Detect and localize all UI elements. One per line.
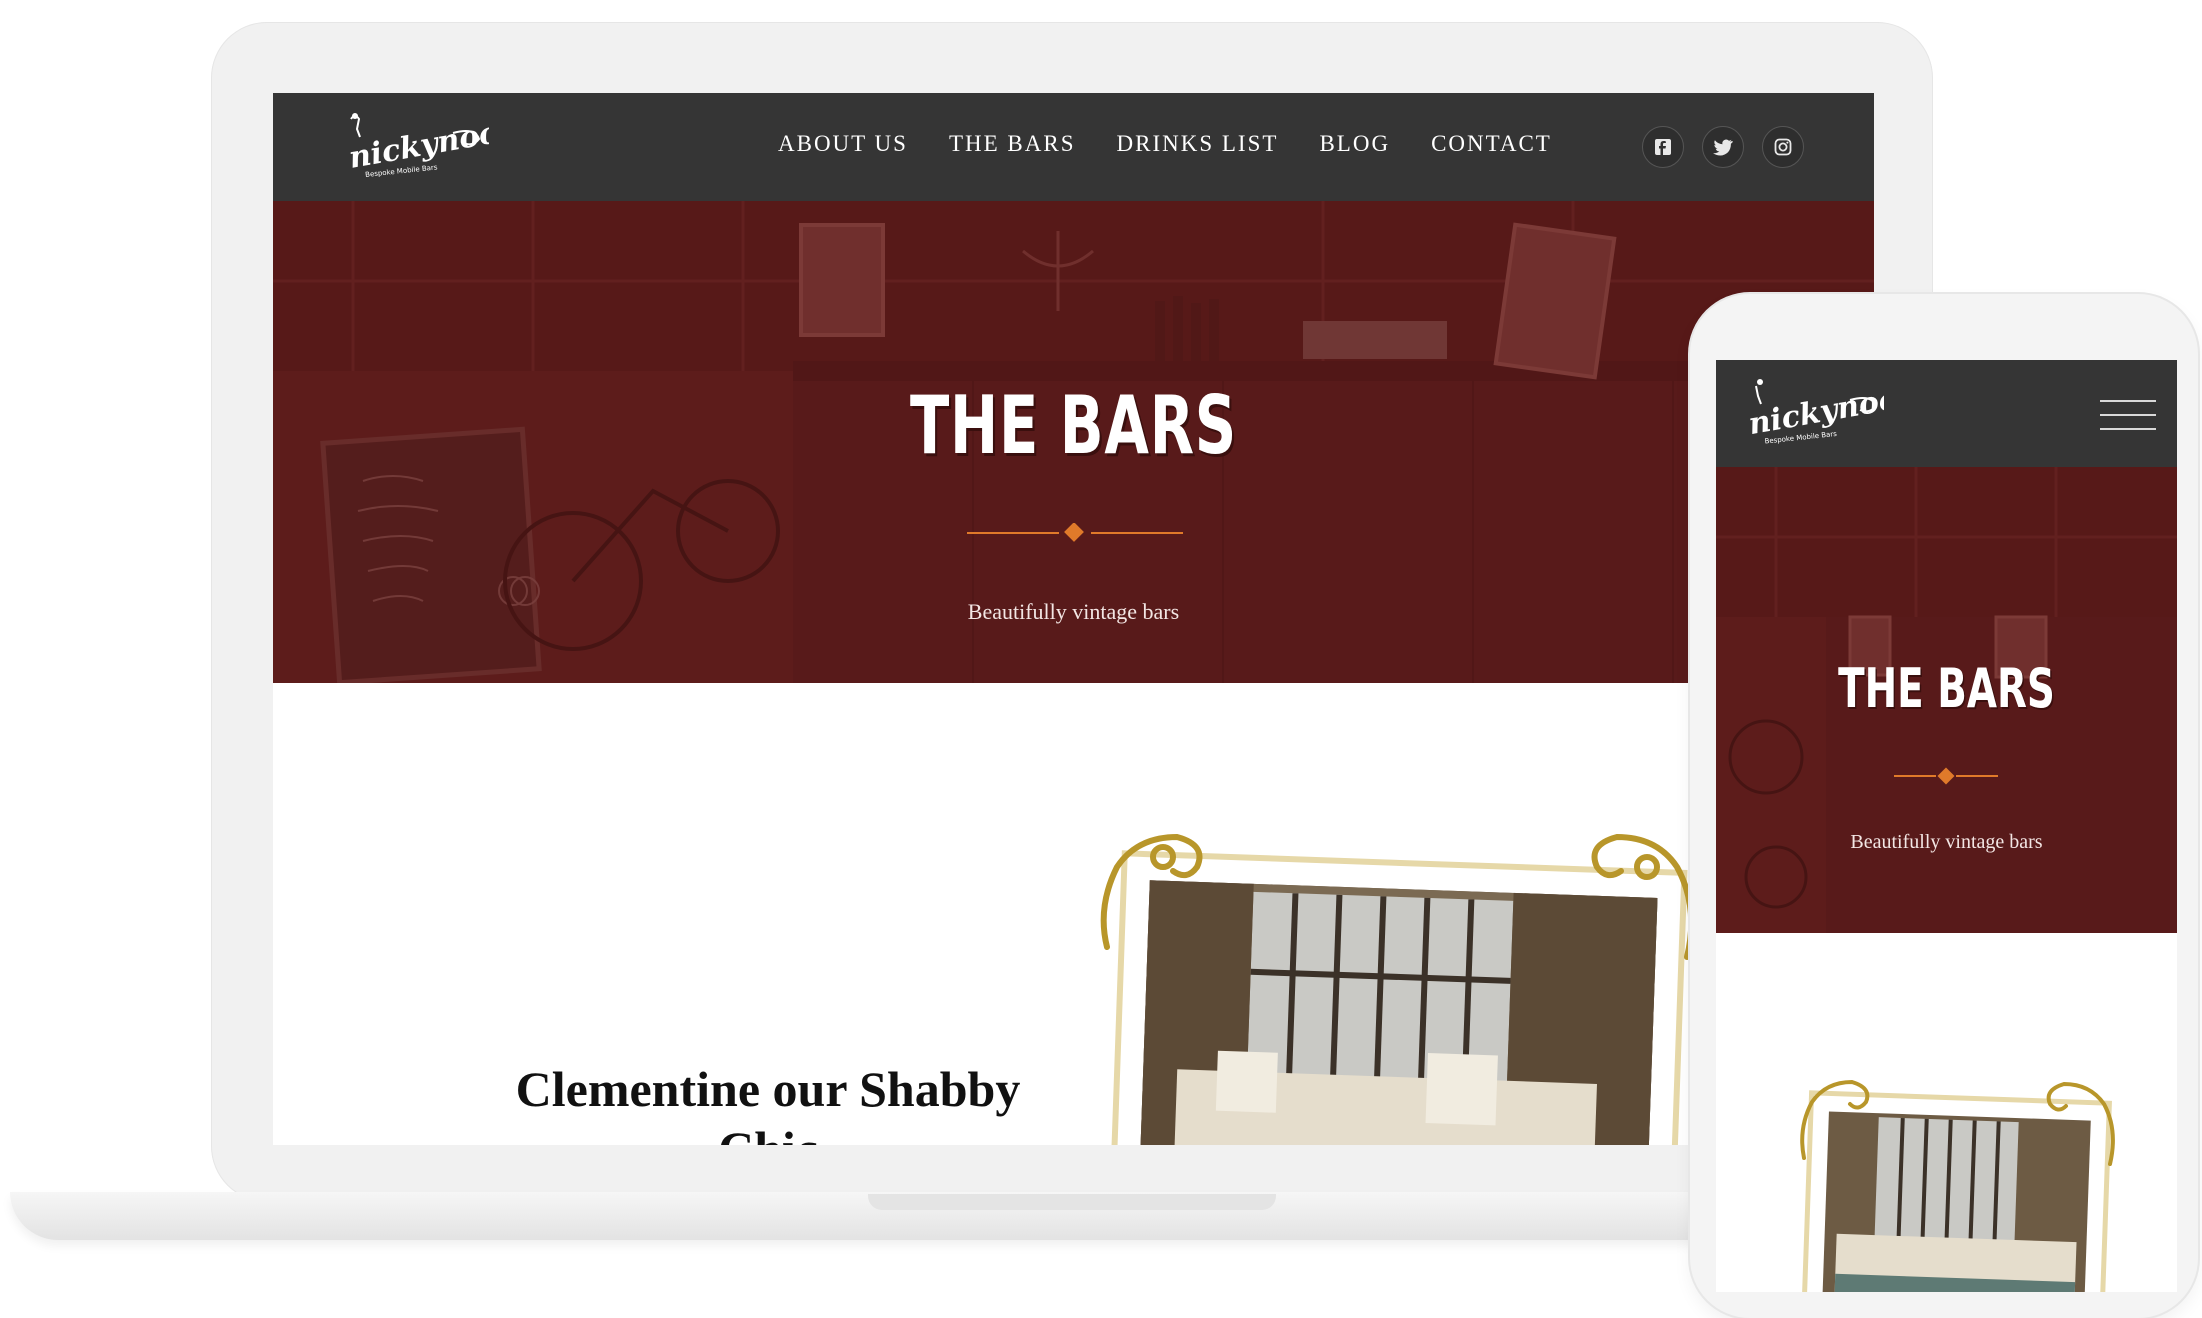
bar-photo-frame — [1100, 833, 1695, 1145]
mobile-hero-divider-ornament — [1894, 767, 1998, 785]
nav-blog[interactable]: BLOG — [1319, 131, 1390, 157]
mobile-bar-photo-frame — [1800, 1079, 2115, 1292]
mobile-hero-subtitle: Beautifully vintage bars — [1850, 831, 2043, 853]
nav-drinks-list[interactable]: DRINKS LIST — [1117, 131, 1279, 157]
mobile-navbar: nickynoo Bespoke Mobile Bars — [1716, 360, 2177, 467]
desktop-navbar: nickynoo Bespoke Mobile Bars ABOUT US TH… — [273, 93, 1874, 201]
mobile-hero-banner: THE BARS Beautifully vintage bars — [1716, 467, 2177, 933]
desktop-menu: ABOUT US THE BARS DRINKS LIST BLOG CONTA… — [778, 131, 1552, 157]
hero-subtitle: Beautifully vintage bars — [967, 599, 1180, 624]
nav-the-bars[interactable]: THE BARS — [949, 131, 1076, 157]
social-links — [1642, 126, 1804, 168]
bar-heading: Clementine our Shabby Chic — [515, 1061, 1021, 1145]
desktop-screen: nickynoo Bespoke Mobile Bars ABOUT US TH… — [273, 93, 1874, 1145]
facebook-icon[interactable] — [1642, 126, 1684, 168]
hero-banner: THE BARS Beautifully vintage bars — [273, 201, 1874, 683]
hero-title: THE BARS — [910, 379, 1237, 472]
mobile-screen: nickynoo Bespoke Mobile Bars THE BARS Be… — [1716, 360, 2177, 1292]
laptop-notch — [868, 1194, 1276, 1210]
twitter-icon[interactable] — [1702, 126, 1744, 168]
nav-contact[interactable]: CONTACT — [1431, 131, 1552, 157]
phone-mockup: nickynoo Bespoke Mobile Bars THE BARS Be… — [1690, 294, 2198, 1318]
mobile-brand-logo[interactable]: nickynoo Bespoke Mobile Bars — [1738, 374, 1901, 446]
instagram-icon[interactable] — [1762, 126, 1804, 168]
hamburger-menu-icon[interactable] — [2100, 400, 2156, 434]
hero-divider-ornament — [967, 523, 1183, 542]
mobile-hero-title: THE BARS — [1838, 657, 2055, 720]
nav-about-us[interactable]: ABOUT US — [778, 131, 908, 157]
brand-logo[interactable]: nickynoo Bespoke Mobile Bars — [343, 111, 502, 181]
